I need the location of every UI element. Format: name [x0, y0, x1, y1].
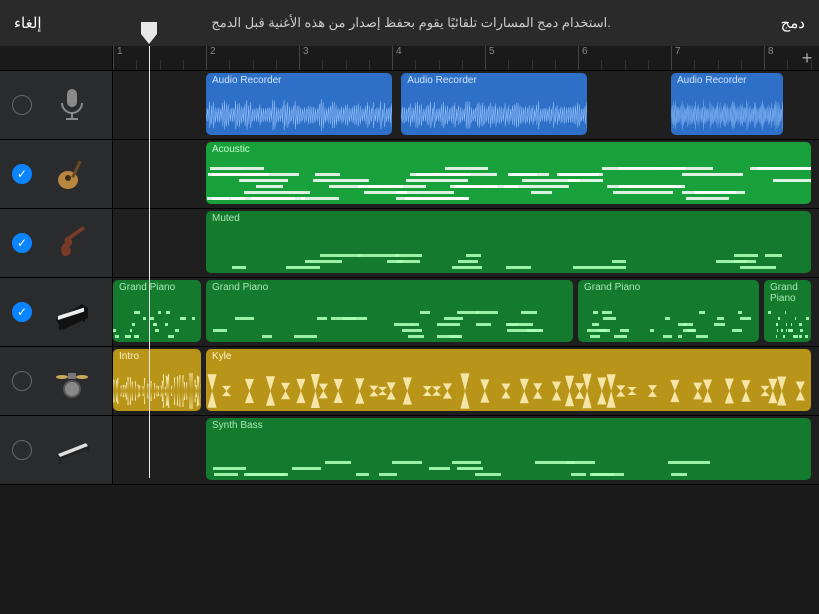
track-select-checkbox[interactable]	[12, 233, 32, 253]
region[interactable]: Acoustic	[206, 142, 811, 204]
acoustic-guitar-icon	[32, 154, 112, 194]
region[interactable]: Grand Piano	[206, 280, 573, 342]
track-header-bass[interactable]	[0, 209, 113, 277]
track-lane-acoustic[interactable]: Acoustic	[113, 140, 819, 208]
region[interactable]: Kyle	[206, 349, 811, 411]
region[interactable]: Grand Piano	[113, 280, 201, 342]
region[interactable]: Audio Recorder	[206, 73, 392, 135]
track-select-checkbox[interactable]	[12, 95, 32, 115]
track-select-checkbox[interactable]	[12, 302, 32, 322]
ruler-bar-3[interactable]: 3	[299, 46, 309, 70]
track-lane-bass[interactable]: Muted	[113, 209, 819, 277]
track-select-checkbox[interactable]	[12, 440, 32, 460]
region-label: Synth Bass	[212, 420, 805, 431]
ruler-bar-7[interactable]: 7	[671, 46, 681, 70]
track-header-drums[interactable]	[0, 347, 113, 415]
empty-area	[0, 485, 819, 614]
region-label: Grand Piano	[212, 282, 567, 293]
track-synth: Synth Bass	[0, 416, 819, 485]
track-lane-piano[interactable]: Grand Piano Grand Piano Grand Piano Grand P…	[113, 278, 819, 346]
region-label: Grand Piano	[119, 282, 195, 293]
ruler-bar-5[interactable]: 5	[485, 46, 495, 70]
region-label: Grand Piano	[770, 282, 805, 304]
track-acoustic: Acoustic	[0, 140, 819, 209]
track-bass: Muted	[0, 209, 819, 278]
region[interactable]: Intro	[113, 349, 201, 411]
region[interactable]: Grand Piano	[764, 280, 811, 342]
track-voice: Audio Recorder Audio Recorder Audio Record…	[0, 71, 819, 140]
tracks-area: Audio Recorder Audio Recorder Audio Record…	[0, 71, 819, 485]
region[interactable]: Audio Recorder	[671, 73, 783, 135]
ruler-bar-4[interactable]: 4	[392, 46, 402, 70]
track-header-voice[interactable]	[0, 71, 113, 139]
track-lane-drums[interactable]: Intro Kyle	[113, 347, 819, 415]
playhead[interactable]	[149, 46, 150, 478]
piano-icon	[32, 292, 112, 332]
region-label: Audio Recorder	[212, 75, 386, 86]
drum-kit-icon	[32, 361, 112, 401]
track-header-piano[interactable]	[0, 278, 113, 346]
ruler-bar-2[interactable]: 2	[206, 46, 216, 70]
region[interactable]: Synth Bass	[206, 418, 811, 480]
region-label: Intro	[119, 351, 195, 362]
region-label: Muted	[212, 213, 805, 224]
region-label: Audio Recorder	[677, 75, 777, 86]
ruler-bar-6[interactable]: 6	[578, 46, 588, 70]
ruler-spacer	[0, 46, 113, 70]
track-header-synth[interactable]	[0, 416, 113, 484]
region[interactable]: Grand Piano	[578, 280, 759, 342]
merge-button[interactable]: دمج	[781, 14, 805, 32]
track-header-acoustic[interactable]	[0, 140, 113, 208]
region-label: Acoustic	[212, 144, 805, 155]
add-track-button[interactable]: +	[795, 46, 819, 70]
track-piano: Grand Piano Grand Piano Grand Piano Grand P…	[0, 278, 819, 347]
track-select-checkbox[interactable]	[12, 164, 32, 184]
bass-guitar-icon	[32, 223, 112, 263]
microphone-icon	[32, 85, 112, 125]
track-select-checkbox[interactable]	[12, 371, 32, 391]
region-label: Audio Recorder	[407, 75, 581, 86]
region[interactable]: Audio Recorder	[401, 73, 587, 135]
ruler-bar-1[interactable]: 1	[113, 46, 123, 70]
track-drums: Intro Kyle	[0, 347, 819, 416]
keyboard-icon	[32, 430, 112, 470]
region[interactable]: Muted	[206, 211, 811, 273]
track-lane-synth[interactable]: Synth Bass	[113, 416, 819, 484]
cancel-button[interactable]: إلغاء	[14, 14, 42, 32]
region-label: Kyle	[212, 351, 805, 362]
timeline-ruler[interactable]: 1 2 3 4 5 6 7 8	[113, 46, 795, 70]
track-lane-voice[interactable]: Audio Recorder Audio Recorder Audio Record…	[113, 71, 819, 139]
region-label: Grand Piano	[584, 282, 753, 293]
ruler-bar-8[interactable]: 8	[764, 46, 774, 70]
